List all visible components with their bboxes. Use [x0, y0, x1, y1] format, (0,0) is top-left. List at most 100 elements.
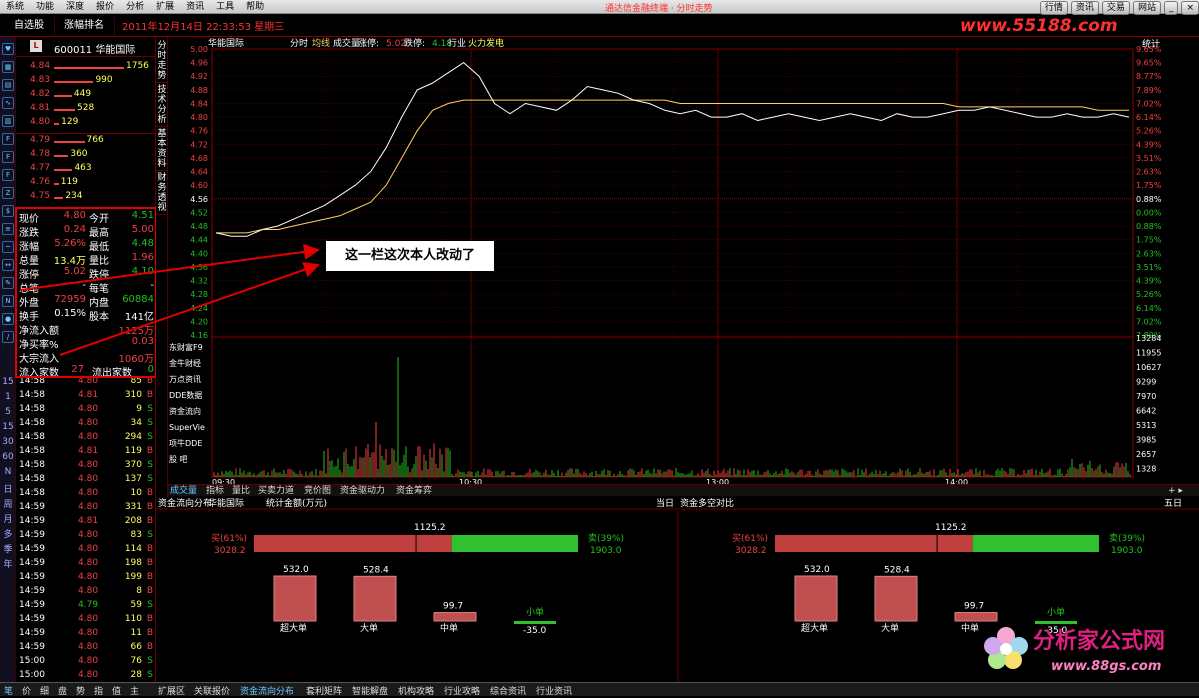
flow-bar-label: 超大单 — [801, 622, 828, 634]
line-icon[interactable]: ∿ — [2, 97, 14, 109]
status-tab-0[interactable]: 扩展区 — [158, 684, 185, 697]
period-11[interactable]: 季 — [0, 542, 16, 555]
status-tab-5[interactable]: 机构攻略 — [398, 684, 434, 697]
pencil-icon[interactable]: / — [2, 331, 14, 343]
drag-icon[interactable]: ↔ — [2, 259, 14, 271]
period-5[interactable]: 60 — [0, 452, 16, 462]
vtab-1[interactable]: 技术分析 — [156, 85, 168, 127]
period-3[interactable]: 15 — [0, 422, 16, 432]
period-9[interactable]: 月 — [0, 512, 16, 525]
dot-icon[interactable]: ● — [2, 313, 14, 325]
indicator-tab-6[interactable]: 资金筹弈 — [396, 485, 432, 497]
period-12[interactable]: 年 — [0, 557, 16, 570]
status-left-5[interactable]: 指 — [94, 684, 103, 697]
period-select[interactable]: 五日 — [1164, 498, 1182, 509]
indicator-tab-5[interactable]: 资金驱动力 — [340, 485, 385, 497]
website-button[interactable]: 网站 — [1133, 1, 1161, 15]
menu-tools[interactable]: 工具 — [210, 0, 240, 14]
vol-side-link[interactable]: SuperVie — [169, 423, 205, 432]
volume-bar — [54, 81, 93, 83]
news-button[interactable]: 资讯 — [1071, 1, 1099, 15]
f10-icon[interactable]: F — [2, 151, 14, 163]
vtab-2[interactable]: 基本资料 — [156, 129, 168, 171]
period-7[interactable]: 日 — [0, 482, 16, 495]
grid-icon[interactable]: ▥ — [2, 115, 14, 127]
vtab-3[interactable]: 财务透视 — [156, 173, 168, 215]
indicator-tab-3[interactable]: 买卖力道 — [258, 485, 294, 497]
vol-side-link[interactable]: 东财富F9 — [169, 342, 203, 352]
tick-price: 4.80 — [78, 628, 98, 638]
status-left-4[interactable]: 势 — [76, 684, 85, 697]
tick-price: 4.80 — [78, 614, 98, 624]
chart-icon[interactable]: ▦ — [2, 61, 14, 73]
vtab-0[interactable]: 分时走势 — [156, 41, 168, 83]
tick-volume: 114 — [125, 544, 142, 554]
cash-icon[interactable]: $ — [2, 205, 14, 217]
indicator-tab-1[interactable]: 指标 — [206, 485, 224, 497]
menu-system[interactable]: 系统 — [0, 0, 30, 14]
tick-volume: 83 — [131, 530, 142, 540]
tab-gainers[interactable]: 涨幅排名 — [54, 17, 115, 35]
menu-help[interactable]: 帮助 — [240, 0, 270, 14]
pct-tick: 7.02% — [1136, 99, 1162, 108]
bars-icon[interactable]: ▤ — [2, 79, 14, 91]
tool-icon[interactable]: ✎ — [2, 277, 14, 289]
period-1[interactable]: 1 — [0, 392, 16, 402]
period-10[interactable]: 多 — [0, 527, 16, 540]
f2-icon[interactable]: Z — [2, 187, 14, 199]
period-2[interactable]: 5 — [0, 407, 16, 417]
new-icon[interactable]: N — [2, 295, 14, 307]
indicator-tab-0[interactable]: 成交量 — [170, 485, 197, 497]
sell-volume: 1756 — [126, 61, 149, 71]
layers-icon[interactable]: ≡ — [2, 223, 14, 235]
period-0[interactable]: 15 — [0, 377, 16, 387]
quotes-button[interactable]: 行情 — [1040, 1, 1068, 15]
menu-extend[interactable]: 扩展 — [150, 0, 180, 14]
status-tab-8[interactable]: 行业资讯 — [536, 684, 572, 697]
menu-function[interactable]: 功能 — [30, 0, 60, 14]
flower-logo-icon — [984, 627, 1028, 669]
minimize-icon[interactable]: _ — [1164, 1, 1179, 15]
status-left-2[interactable]: 细 — [40, 684, 49, 697]
status-left-6[interactable]: 值 — [112, 684, 121, 697]
period-8[interactable]: 周 — [0, 497, 16, 510]
tick-price: 4.80 — [78, 404, 98, 414]
heart-icon[interactable]: ♥ — [2, 43, 14, 55]
tick-row: 14:584.8010B — [16, 488, 156, 502]
indicator-tab-4[interactable]: 竞价图 — [304, 485, 331, 497]
status-tab-3[interactable]: 套利矩阵 — [306, 684, 342, 697]
status-tab-2[interactable]: 资金流向分布 — [240, 684, 294, 697]
status-tab-1[interactable]: 关联报价 — [194, 684, 230, 697]
close-icon[interactable]: × — [1181, 1, 1199, 15]
vol-side-link[interactable]: 万点资讯 — [169, 374, 201, 384]
tab-favorites[interactable]: 自选股 — [4, 17, 55, 35]
status-left-7[interactable]: 主 — [130, 684, 139, 697]
vol-tick: 3985 — [1136, 436, 1156, 445]
zoom-buttons[interactable]: + ▸ — [1168, 485, 1183, 497]
tick-price: 4.80 — [78, 488, 98, 498]
status-left-0[interactable]: 笔 — [4, 684, 13, 697]
vol-side-link[interactable]: DDE数据 — [169, 390, 202, 400]
indicator-tab-2[interactable]: 量比 — [232, 485, 250, 497]
vol-side-link[interactable]: 项牛DDE — [169, 438, 202, 448]
tick-row: 14:594.81208B — [16, 516, 156, 530]
menu-news[interactable]: 资讯 — [180, 0, 210, 14]
vol-side-link[interactable]: 股 吧 — [169, 455, 188, 464]
menu-depth[interactable]: 深度 — [60, 0, 90, 14]
trade-button[interactable]: 交易 — [1102, 1, 1130, 15]
menu-quote[interactable]: 报价 — [90, 0, 120, 14]
status-tab-4[interactable]: 智能解盘 — [352, 684, 388, 697]
menu-analysis[interactable]: 分析 — [120, 0, 150, 14]
status-left-1[interactable]: 价 — [22, 684, 31, 697]
intraday-chart[interactable]: 华能国际分时均线成交量涨停:5.02跌停:4.18行业火力发电统计5.004.9… — [168, 37, 1199, 497]
period-4[interactable]: 30 — [0, 437, 16, 447]
status-left-3[interactable]: 盘 — [58, 684, 67, 697]
fn-icon[interactable]: F — [2, 133, 14, 145]
vol-side-link[interactable]: 资金流向 — [169, 406, 201, 416]
pen-icon[interactable]: ~ — [2, 241, 14, 253]
vol-side-link[interactable]: 金牛财经 — [169, 358, 201, 368]
fc-icon[interactable]: F — [2, 169, 14, 181]
status-tab-7[interactable]: 综合资讯 — [490, 684, 526, 697]
period-6[interactable]: N — [0, 467, 16, 477]
status-tab-6[interactable]: 行业攻略 — [444, 684, 480, 697]
